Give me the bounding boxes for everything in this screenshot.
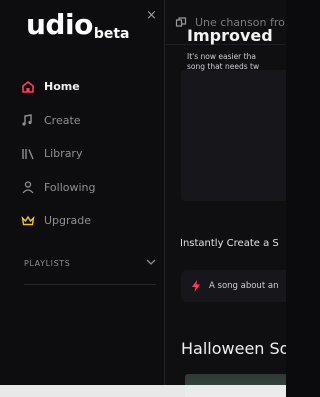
banner-subtitle-line: It's now easier tha	[187, 52, 256, 61]
sidebar-item-label: Home	[44, 80, 80, 94]
sidebar: udiobeta × Home Create Library Following	[0, 0, 165, 397]
sidebar-item-upgrade[interactable]: Upgrade	[0, 204, 164, 238]
lightning-icon	[191, 277, 201, 296]
promo-banner[interactable]	[181, 70, 286, 201]
banner-title: Improved	[187, 26, 273, 45]
user-icon	[20, 179, 36, 195]
prompt-suggestion[interactable]: A song about an	[181, 270, 286, 302]
sidebar-item-home[interactable]: Home	[0, 70, 164, 104]
sidebar-item-label: Create	[44, 113, 81, 127]
sidebar-item-library[interactable]: Library	[0, 137, 164, 171]
switch-icon[interactable]	[175, 13, 187, 32]
sidebar-item-label: Following	[44, 180, 96, 194]
section-title: Halloween So	[181, 339, 286, 358]
crown-icon	[20, 213, 36, 229]
sidebar-item-label: Upgrade	[44, 214, 92, 228]
chevron-down-icon[interactable]	[146, 258, 156, 268]
library-icon	[20, 146, 36, 162]
playlists-header[interactable]: PLAYLISTS	[24, 258, 156, 268]
instant-create-heading: Instantly Create a S	[180, 238, 279, 249]
divider	[24, 284, 156, 285]
main-content: Une chanson fro Improved It's now easier…	[165, 0, 286, 397]
close-icon[interactable]: ×	[146, 8, 157, 23]
sidebar-item-label: Library	[44, 147, 83, 161]
playlists-label: PLAYLISTS	[24, 258, 71, 268]
banner-subtitle: It's now easier tha song that needs tw	[187, 52, 259, 72]
prompt-text: A song about an	[209, 281, 279, 291]
music-note-icon	[20, 112, 36, 128]
home-icon	[20, 79, 36, 95]
beta-badge: beta	[93, 26, 130, 42]
sidebar-item-following[interactable]: Following	[0, 171, 164, 205]
brand-name: udio	[26, 8, 93, 41]
banner-subtitle-line: song that needs tw	[187, 62, 260, 71]
brand-logo[interactable]: udiobeta	[26, 8, 130, 42]
bottom-edge	[0, 385, 286, 397]
sidebar-nav: Home Create Library Following Upgrade	[0, 70, 164, 238]
sidebar-item-create[interactable]: Create	[0, 104, 164, 138]
